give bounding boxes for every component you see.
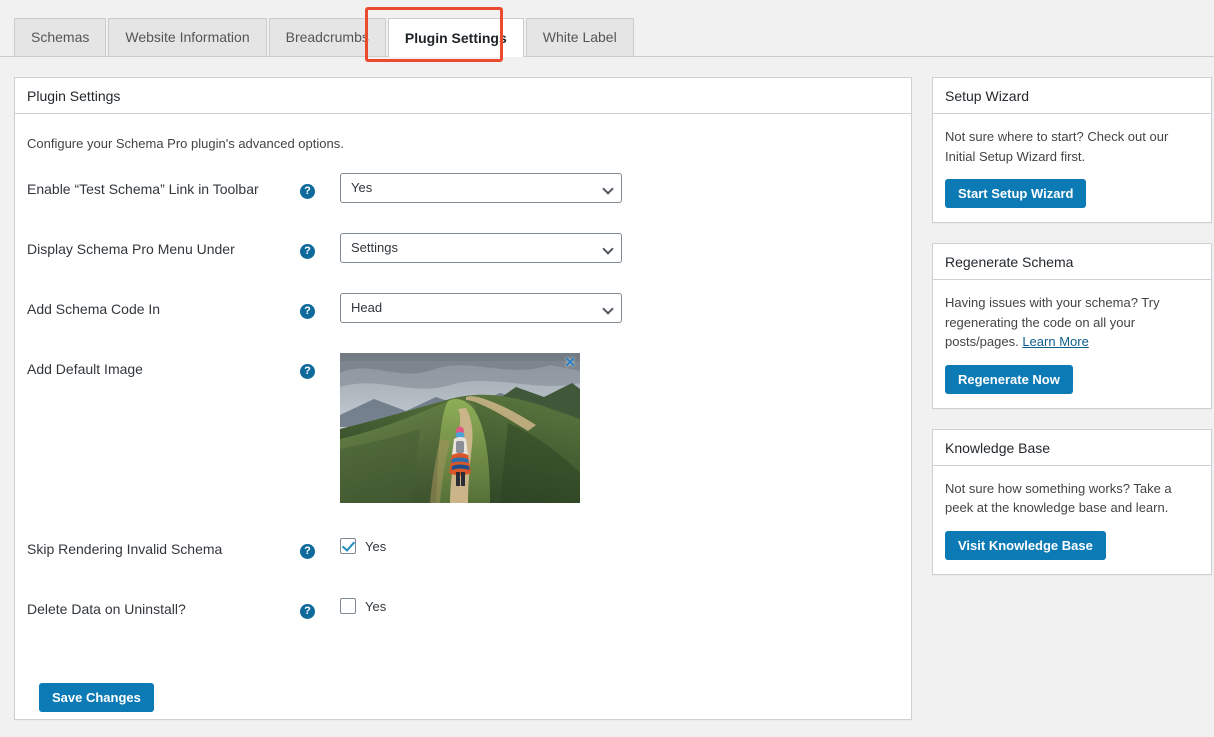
skip-invalid-schema-checkbox-row: Yes [340,533,899,554]
select-value: Head [351,300,383,315]
row-label: Enable “Test Schema” Link in Toolbar [27,181,259,197]
row-field: Yes [340,593,899,614]
row-help: ? [300,173,340,199]
row-field: Head [340,293,899,323]
form-row-test-schema-link: Enable “Test Schema” Link in Toolbar ? Y… [27,173,899,233]
card-title: Setup Wizard [933,78,1211,114]
card-title: Regenerate Schema [933,244,1211,280]
default-image-preview[interactable]: ✕ [340,353,580,503]
tab-white-label[interactable]: White Label [525,18,634,56]
checkbox-label: Yes [365,538,387,554]
save-area: Save Changes [39,683,899,712]
card-setup-wizard: Setup Wizard Not sure where to start? Ch… [932,77,1212,223]
panel-title: Plugin Settings [15,78,911,114]
chevron-down-icon [602,243,614,255]
row-label: Add Schema Code In [27,301,161,317]
chevron-down-icon [602,303,614,315]
test-schema-link-select[interactable]: Yes [340,173,622,203]
checkbox-label: Yes [365,598,387,614]
row-label: Delete Data on Uninstall? [27,601,186,617]
row-label: Skip Rendering Invalid Schema [27,541,223,557]
card-regenerate-schema: Regenerate Schema Having issues with you… [932,243,1212,409]
row-help: ? [300,293,340,319]
row-label: Add Default Image [27,361,143,377]
question-mark-icon[interactable]: ? [300,184,315,199]
tab-list: Schemas Website Information Breadcrumbs … [14,18,636,57]
question-mark-icon[interactable]: ? [300,544,315,559]
chevron-down-icon [602,183,614,195]
tab-breadcrumbs[interactable]: Breadcrumbs [268,18,386,56]
row-field: Yes [340,533,899,554]
question-mark-icon[interactable]: ? [300,304,315,319]
delete-data-checkbox-row: Yes [340,593,899,614]
save-changes-button[interactable]: Save Changes [39,683,154,712]
select-value: Yes [351,180,373,195]
card-title: Knowledge Base [933,430,1211,466]
visit-knowledge-base-button[interactable]: Visit Knowledge Base [945,530,1106,560]
mountain-trail-hiker-photo [340,353,580,503]
form-row-delete-data-on-uninstall: Delete Data on Uninstall? ? Yes [27,593,899,653]
panel-description: Configure your Schema Pro plugin's advan… [27,136,344,151]
row-help: ? [300,593,340,619]
skip-invalid-schema-checkbox[interactable] [340,538,356,554]
row-field: Settings [340,233,899,263]
settings-form: Enable “Test Schema” Link in Toolbar ? Y… [27,173,899,653]
menu-under-select[interactable]: Settings [340,233,622,263]
tab-website-information[interactable]: Website Information [108,18,267,56]
form-row-menu-under: Display Schema Pro Menu Under ? Settings [27,233,899,293]
sidebar: Setup Wizard Not sure where to start? Ch… [932,77,1212,595]
tab-schemas[interactable]: Schemas [14,18,107,56]
form-row-skip-invalid-schema: Skip Rendering Invalid Schema ? Yes [27,533,899,593]
row-help: ? [300,353,340,379]
start-setup-wizard-button[interactable]: Start Setup Wizard [945,179,1087,208]
delete-data-checkbox[interactable] [340,598,356,614]
regenerate-now-button[interactable]: Regenerate Now [945,364,1073,394]
card-text-wrapper: Having issues with your schema? Try rege… [945,293,1199,352]
card-knowledge-base: Knowledge Base Not sure how something wo… [932,428,1212,575]
card-text: Not sure where to start? Check out our I… [945,129,1169,164]
remove-image-icon[interactable]: ✕ [564,355,576,369]
card-text: Not sure how something works? Take a pee… [945,480,1172,516]
learn-more-link[interactable]: Learn More [1022,334,1088,349]
form-row-schema-code-in: Add Schema Code In ? Head [27,293,899,353]
select-value: Settings [351,240,398,255]
form-row-default-image: Add Default Image ? ✕ [27,353,899,533]
question-mark-icon[interactable]: ? [300,604,315,619]
plugin-settings-panel: Plugin Settings Configure your Schema Pr… [14,77,912,720]
row-label: Display Schema Pro Menu Under [27,241,235,257]
row-field: ✕ [340,353,899,503]
tab-bar: Schemas Website Information Breadcrumbs … [0,0,1214,57]
schema-code-in-select[interactable]: Head [340,293,622,323]
question-mark-icon[interactable]: ? [300,244,315,259]
tab-plugin-settings[interactable]: Plugin Settings [387,18,524,57]
row-help: ? [300,233,340,259]
row-help: ? [300,533,340,559]
row-field: Yes [340,173,899,203]
question-mark-icon[interactable]: ? [300,364,315,379]
